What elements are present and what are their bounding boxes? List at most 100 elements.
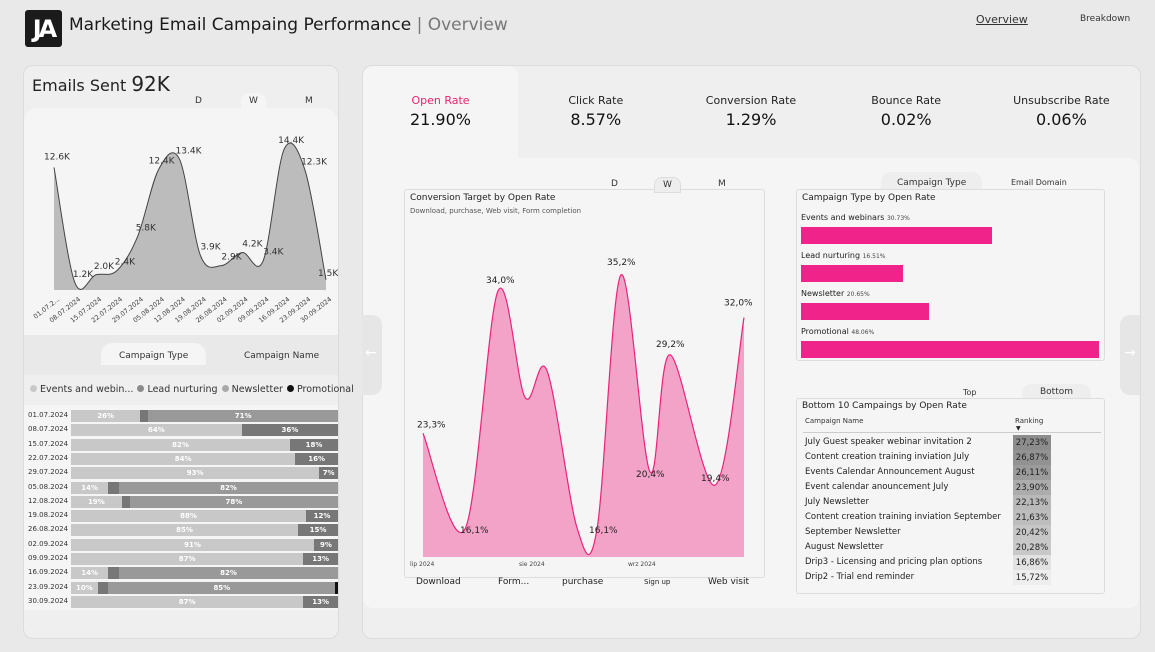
bottom10-row[interactable]: September Newsletter 20,42% <box>805 525 1051 540</box>
category-web-visit[interactable]: Web visit <box>708 577 749 587</box>
tab-bottom[interactable]: Bottom <box>1022 384 1092 399</box>
stacked-row[interactable]: 08.07.2024 64% 36% <box>28 424 338 437</box>
stacked-segment[interactable]: 87% <box>71 595 304 608</box>
legend-item[interactable]: Promotional <box>283 384 354 395</box>
category-form[interactable]: Form... <box>498 577 529 587</box>
stacked-row[interactable]: 12.08.2024 19% 78% <box>28 495 338 509</box>
bottom10-row[interactable]: August Newsletter 20,28% <box>805 540 1051 555</box>
stacked-bar[interactable]: 14% 82% <box>71 481 338 494</box>
category-download[interactable]: Download <box>416 577 461 587</box>
bottom10-col-ranking[interactable]: Ranking <box>1015 417 1043 425</box>
stacked-row[interactable]: 01.07.2024 26% 71% <box>28 410 338 423</box>
stacked-segment[interactable]: 26% <box>71 410 141 422</box>
next-page-handle[interactable]: → <box>1120 315 1140 395</box>
stacked-segment[interactable]: 88% <box>71 510 306 523</box>
nav-breakdown-link[interactable]: Breakdown <box>1080 14 1130 24</box>
stacked-row[interactable]: 05.08.2024 14% 82% <box>28 481 338 495</box>
kpi-tab-click-rate[interactable]: Click Rate 8.57% <box>518 66 673 158</box>
bottom10-row[interactable]: July Guest speaker webinar invitation 2 2… <box>805 435 1051 450</box>
bottom10-row[interactable]: Drip2 - Trial end reminder 15,72% <box>805 570 1051 585</box>
stacked-segment[interactable]: 16% <box>295 452 338 465</box>
stacked-segment[interactable]: 85% <box>71 524 298 537</box>
bottom10-row[interactable]: Events Calendar Announcement August 26,11… <box>805 465 1051 480</box>
stacked-bar[interactable]: 93% 7% <box>71 467 338 480</box>
category-purchase[interactable]: purchase <box>562 577 603 587</box>
stacked-segment[interactable]: 87% <box>71 553 304 565</box>
period-week-toggle[interactable]: W <box>241 93 266 109</box>
kpi-tab-bounce-rate[interactable]: Bounce Rate 0.02% <box>829 66 984 158</box>
conv-period-day[interactable]: D <box>611 179 618 189</box>
stacked-segment[interactable]: 82% <box>119 481 338 494</box>
conv-period-week[interactable]: W <box>654 177 681 193</box>
tab-ct-email-domain[interactable]: Email Domain <box>1011 178 1067 187</box>
period-month-toggle[interactable]: M <box>305 96 313 106</box>
stacked-segment[interactable]: 14% <box>71 567 109 580</box>
stacked-row[interactable]: 19.08.2024 88% 12% <box>28 510 338 523</box>
bottom10-row[interactable]: Drip3 - Licensing and pricing plan optio… <box>805 555 1051 570</box>
stacked-segment[interactable] <box>121 495 130 508</box>
bottom10-col-name[interactable]: Campaign Name <box>805 417 863 425</box>
legend-item[interactable]: Newsletter <box>218 384 283 395</box>
stacked-row[interactable]: 23.09.2024 10% 85% <box>28 581 338 595</box>
stacked-bar[interactable]: 14% 82% <box>71 567 338 580</box>
stacked-bar[interactable]: 87% 13% <box>71 595 338 608</box>
arrow-right-icon[interactable]: → <box>1124 345 1136 361</box>
campaign-type-bar[interactable] <box>801 265 904 282</box>
tab-top[interactable]: Top <box>963 388 977 397</box>
stacked-bar[interactable]: 10% 85% <box>71 581 338 594</box>
stacked-bar[interactable]: 88% 12% <box>71 510 338 523</box>
legend-item[interactable]: Lead nurturing <box>133 384 218 395</box>
stacked-row[interactable]: 15.07.2024 82% 18% <box>28 438 338 452</box>
stacked-bar[interactable]: 87% 13% <box>71 553 338 565</box>
campaign-type-bar[interactable] <box>801 303 930 320</box>
period-day-toggle[interactable]: D <box>195 96 202 106</box>
stacked-segment[interactable]: 18% <box>289 438 338 451</box>
legend-item[interactable]: Events and webin... <box>26 384 133 395</box>
stacked-segment[interactable]: 36% <box>241 424 338 437</box>
stacked-segment[interactable]: 85% <box>108 581 336 594</box>
bottom10-row[interactable]: Content creation training inviation July… <box>805 450 1051 465</box>
tab-ct-campaign-type[interactable]: Campaign Type <box>881 172 983 190</box>
campaign-type-bar[interactable] <box>801 341 1099 358</box>
stacked-bar[interactable]: 64% 36% <box>71 424 338 437</box>
stacked-bar[interactable]: 82% 18% <box>71 438 338 451</box>
stacked-segment[interactable]: 13% <box>303 595 338 608</box>
stacked-segment[interactable]: 10% <box>71 581 98 594</box>
arrow-left-icon[interactable]: ← <box>365 345 377 361</box>
stacked-bar[interactable]: 26% 71% <box>71 410 338 422</box>
stacked-segment[interactable]: 71% <box>148 410 338 422</box>
kpi-tab-unsubscribe-rate[interactable]: Unsubscribe Rate 0.06% <box>984 66 1139 158</box>
nav-overview-link[interactable]: Overview <box>976 13 1028 26</box>
tab-campaign-type[interactable]: Campaign Type <box>101 343 207 365</box>
stacked-segment[interactable] <box>108 567 120 580</box>
bottom10-row[interactable]: Event calendar anouncement July 23,90% <box>805 480 1051 495</box>
stacked-segment[interactable]: 9% <box>313 538 338 551</box>
stacked-segment[interactable]: 82% <box>71 438 290 451</box>
stacked-segment[interactable]: 78% <box>129 495 338 508</box>
stacked-segment[interactable] <box>97 581 109 594</box>
stacked-bar[interactable]: 19% 78% <box>71 495 338 508</box>
stacked-row[interactable]: 30.09.2024 87% 13% <box>28 595 338 609</box>
stacked-bar[interactable]: 91% 9% <box>71 538 338 551</box>
stacked-row[interactable]: 29.07.2024 93% 7% <box>28 467 338 480</box>
stacked-segment[interactable] <box>140 410 149 422</box>
stacked-row[interactable]: 26.08.2024 85% 15% <box>28 524 338 537</box>
conv-period-month[interactable]: M <box>718 179 726 189</box>
stacked-bar[interactable]: 85% 15% <box>71 524 338 537</box>
stacked-segment[interactable]: 64% <box>71 424 242 437</box>
sort-desc-icon[interactable]: ▼ <box>1016 425 1021 432</box>
stacked-segment[interactable]: 14% <box>71 481 109 494</box>
stacked-segment[interactable]: 84% <box>71 452 296 465</box>
prev-page-handle[interactable]: ← <box>362 315 382 395</box>
stacked-row[interactable]: 09.09.2024 87% 13% <box>28 553 338 566</box>
stacked-segment[interactable]: 12% <box>305 510 338 523</box>
stacked-segment[interactable]: 91% <box>71 538 314 551</box>
stacked-segment[interactable]: 7% <box>319 467 338 480</box>
bottom10-row[interactable]: Content creation training inviation Sept… <box>805 510 1051 525</box>
kpi-tab-conversion-rate[interactable]: Conversion Rate 1.29% <box>673 66 828 158</box>
category-sign-up[interactable]: Sign up <box>644 578 670 586</box>
stacked-segment[interactable] <box>335 581 338 594</box>
campaign-type-bar[interactable] <box>801 227 992 244</box>
kpi-tab-open-rate[interactable]: Open Rate 21.90% <box>363 66 518 158</box>
stacked-segment[interactable]: 82% <box>119 567 338 580</box>
